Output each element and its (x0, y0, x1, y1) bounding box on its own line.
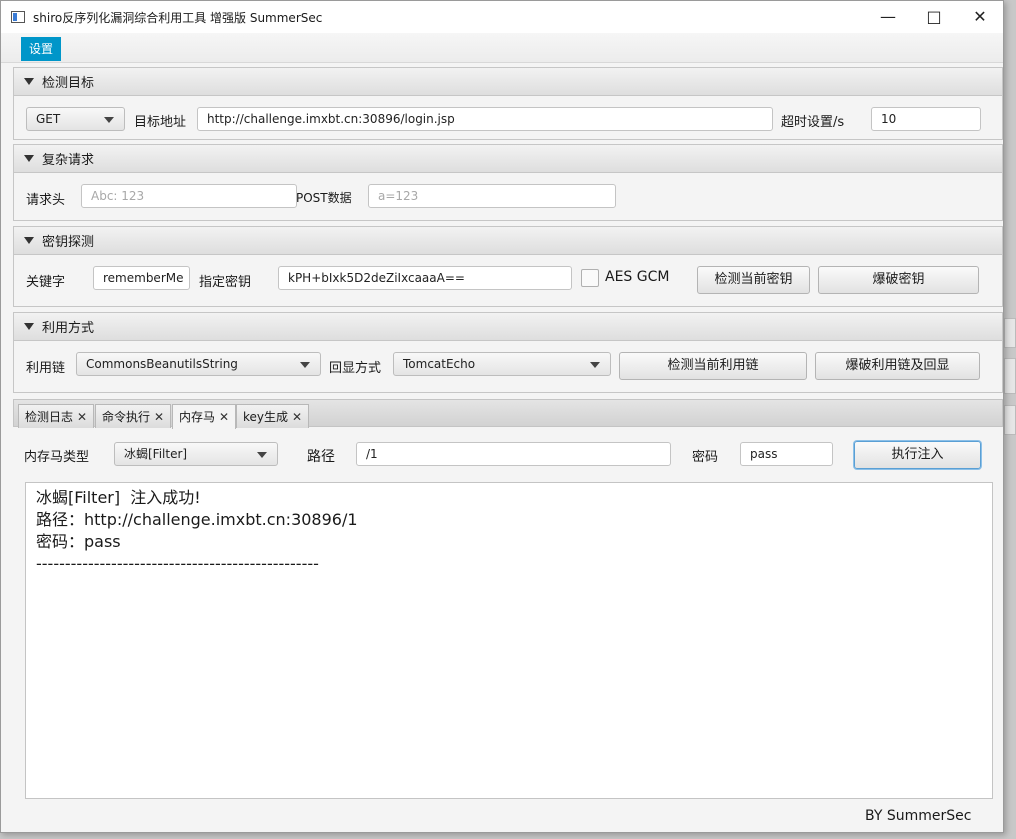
aes-gcm-label: AES GCM (605, 269, 670, 285)
collapse-triangle-icon (24, 155, 34, 162)
app-window-icon (11, 11, 25, 23)
target-panel-title: 检测目标 (42, 76, 95, 91)
window-controls: — □ ✕ (865, 1, 1003, 33)
output-line: 冰蝎[Filter] 注入成功! (36, 488, 201, 507)
memshell-type-select[interactable]: 冰蝎[Filter] (114, 442, 278, 466)
background-window-fragment (1004, 358, 1016, 394)
echo-value: TomcatEcho (403, 357, 476, 371)
exploit-panel-header[interactable]: 利用方式 (14, 313, 1002, 341)
output-line: 密码：pass (36, 532, 121, 551)
chain-select[interactable]: CommonsBeanutilsString (76, 352, 321, 376)
password-label: 密码 (692, 450, 719, 465)
tab-label: 内存马 (179, 410, 216, 424)
close-icon[interactable]: ✕ (154, 406, 164, 428)
tab-label: key生成 (243, 409, 289, 424)
tab-log[interactable]: 检测日志 ✕ (18, 404, 95, 428)
key-panel-title: 密钥探测 (42, 235, 95, 250)
chevron-down-icon (257, 452, 267, 458)
chain-value: CommonsBeanutilsString (86, 357, 238, 371)
collapse-triangle-icon (24, 237, 34, 244)
close-icon[interactable]: ✕ (292, 406, 302, 428)
method-value: GET (36, 112, 61, 126)
menu-settings[interactable]: 设置 (21, 37, 62, 61)
chevron-down-icon (300, 362, 310, 368)
exploit-panel-title: 利用方式 (42, 321, 95, 336)
close-icon[interactable]: ✕ (77, 406, 87, 428)
tab-command[interactable]: 命令执行 ✕ (95, 404, 172, 428)
check-chain-button[interactable]: 检测当前利用链 (619, 352, 807, 380)
timeout-input[interactable]: 10 (871, 107, 981, 131)
check-key-button[interactable]: 检测当前密钥 (697, 266, 810, 294)
echo-select[interactable]: TomcatEcho (393, 352, 611, 376)
header-input[interactable]: Abc: 123 (81, 184, 297, 208)
close-icon[interactable]: ✕ (957, 1, 1003, 31)
brute-key-button[interactable]: 爆破密钥 (818, 266, 979, 294)
tab-label: 检测日志 (25, 409, 74, 424)
inject-button[interactable]: 执行注入 (854, 441, 981, 469)
tab-bar: 检测日志 ✕ 命令执行 ✕ 内存马 ✕ key生成 ✕ (13, 399, 1003, 429)
target-panel-header[interactable]: 检测目标 (14, 68, 1002, 96)
target-panel: 检测目标 GET 目标地址 http://challenge.imxbt.cn:… (13, 67, 1003, 140)
background-window-fragment (1004, 405, 1016, 435)
collapse-triangle-icon (24, 78, 34, 85)
close-icon[interactable]: ✕ (219, 406, 229, 428)
request-panel-title: 复杂请求 (42, 153, 95, 168)
output-line: 路径：http://challenge.imxbt.cn:30896/1 (36, 510, 358, 529)
path-label: 路径 (307, 449, 335, 465)
key-panel-header[interactable]: 密钥探测 (14, 227, 1002, 255)
method-select[interactable]: GET (26, 107, 125, 131)
app-window: shiro反序列化漏洞综合利用工具 增强版 SummerSec — □ ✕ 设置… (0, 0, 1004, 833)
chevron-down-icon (104, 117, 114, 123)
url-input[interactable]: http://challenge.imxbt.cn:30896/login.js… (197, 107, 773, 131)
memshell-type-label: 内存马类型 (24, 450, 90, 465)
header-label: 请求头 (26, 193, 66, 208)
echo-label: 回显方式 (329, 361, 382, 376)
output-textarea[interactable]: 冰蝎[Filter] 注入成功! 路径：http://challenge.imx… (25, 482, 993, 799)
chevron-down-icon (590, 362, 600, 368)
key-input[interactable]: kPH+bIxk5D2deZiIxcaaaA== (278, 266, 572, 290)
keyword-input[interactable]: rememberMe (93, 266, 190, 290)
request-panel: 复杂请求 请求头 Abc: 123 POST数据 a=123 (13, 144, 1003, 221)
brute-chain-button[interactable]: 爆破利用链及回显 (815, 352, 980, 380)
exploit-panel: 利用方式 利用链 CommonsBeanutilsString 回显方式 Tom… (13, 312, 1003, 393)
path-input[interactable]: /1 (356, 442, 671, 466)
keyword-label: 关键字 (26, 275, 66, 290)
collapse-triangle-icon (24, 323, 34, 330)
aes-gcm-checkbox[interactable] (581, 269, 599, 287)
tab-label: 命令执行 (102, 409, 151, 424)
maximize-icon[interactable]: □ (911, 1, 957, 31)
title-bar: shiro反序列化漏洞综合利用工具 增强版 SummerSec — □ ✕ (1, 1, 1003, 33)
tab-keygen[interactable]: key生成 ✕ (236, 404, 310, 428)
footer-credit: BY SummerSec (865, 808, 972, 824)
key-panel: 密钥探测 关键字 rememberMe 指定密钥 kPH+bIxk5D2deZi… (13, 226, 1003, 307)
tab-memshell[interactable]: 内存马 ✕ (172, 404, 237, 429)
post-input[interactable]: a=123 (368, 184, 616, 208)
menu-bar: 设置 (1, 33, 1003, 63)
minimize-icon[interactable]: — (865, 1, 911, 31)
memshell-type-value: 冰蝎[Filter] (124, 447, 188, 461)
background-window-fragment (1004, 318, 1016, 348)
request-panel-header[interactable]: 复杂请求 (14, 145, 1002, 173)
window-title: shiro反序列化漏洞综合利用工具 增强版 SummerSec (33, 10, 323, 25)
post-label: POST数据 (296, 191, 352, 205)
output-line: ----------------------------------------… (36, 554, 319, 573)
timeout-label: 超时设置/s (781, 115, 845, 130)
password-input[interactable]: pass (740, 442, 833, 466)
key-label: 指定密钥 (199, 275, 252, 290)
url-label: 目标地址 (134, 115, 187, 130)
chain-label: 利用链 (26, 361, 66, 376)
